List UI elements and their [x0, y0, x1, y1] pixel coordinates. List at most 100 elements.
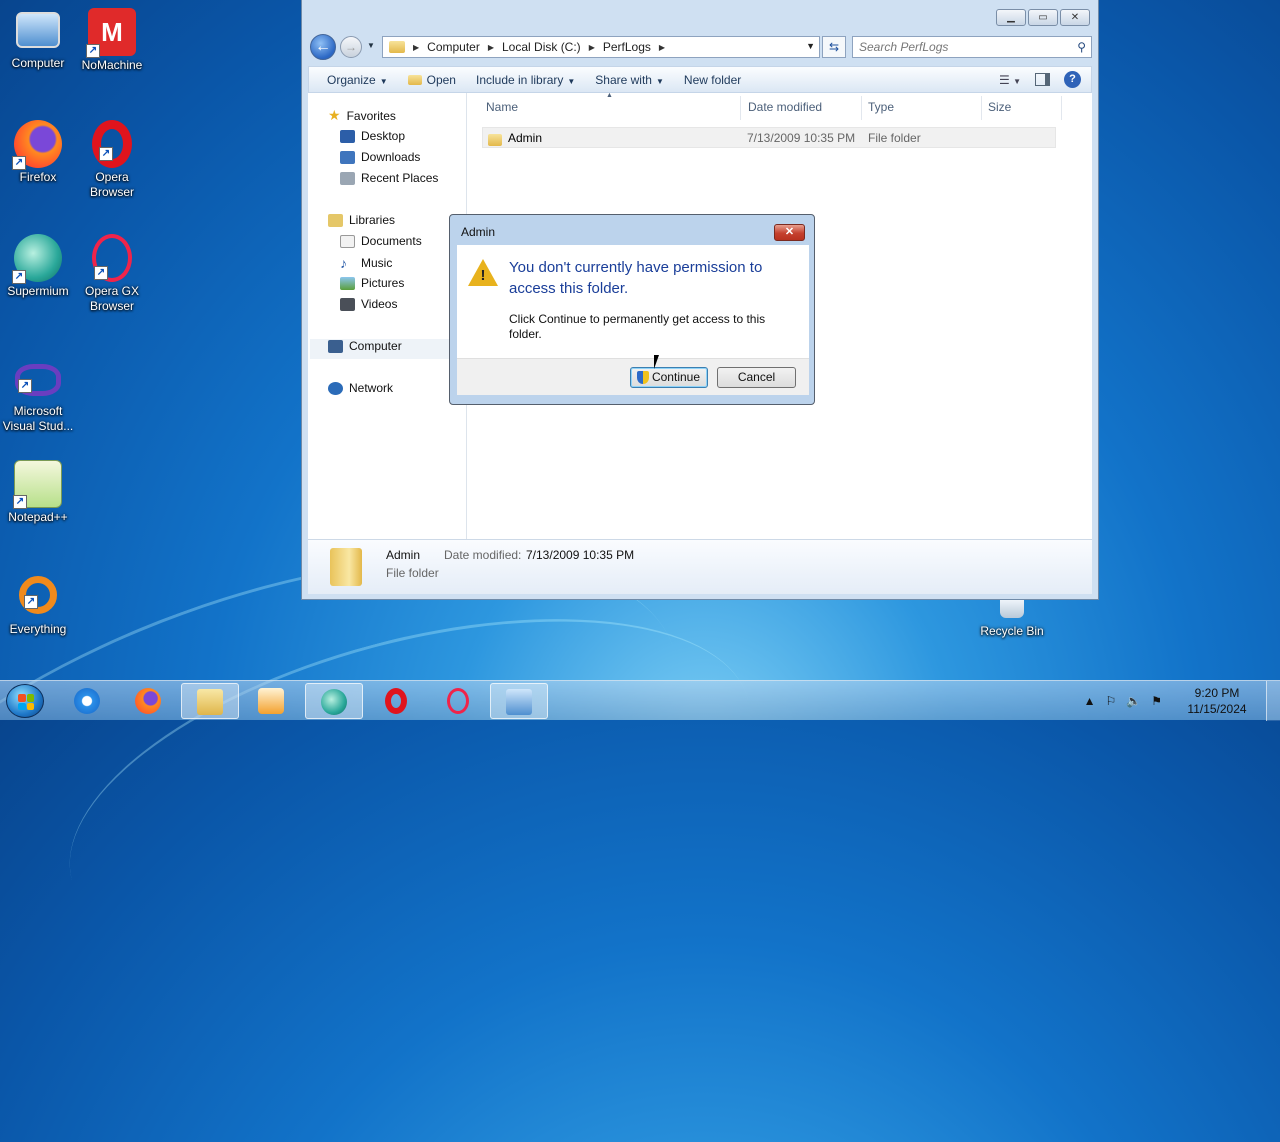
firefox-icon — [135, 688, 161, 714]
taskbar-app-opera[interactable] — [367, 683, 425, 719]
taskbar-app-media-player[interactable] — [242, 683, 300, 719]
share-with-button[interactable]: Share with ▼ — [585, 73, 674, 87]
maximize-button[interactable]: ▭ — [1028, 9, 1058, 26]
taskbar-app-supermium[interactable] — [305, 683, 363, 719]
warning-exclamation: ! — [480, 267, 486, 284]
system-tray: ▲ ⚐ 🔈 ⚑ 9:20 PM 11/15/2024 — [1084, 681, 1280, 721]
sort-ascending-icon: ▲ — [606, 92, 613, 99]
help-icon[interactable]: ? — [1064, 71, 1081, 88]
folder-open-icon — [407, 75, 422, 86]
continue-button[interactable]: Continue — [630, 367, 708, 388]
details-date-value: 7/13/2009 10:35 PM — [526, 548, 635, 562]
nav-videos[interactable]: Videos — [340, 297, 397, 311]
nav-downloads[interactable]: Downloads — [340, 150, 420, 164]
column-date-modified[interactable]: Date modified — [748, 100, 822, 120]
organize-button[interactable]: Organize ▼ — [309, 73, 398, 87]
forward-button[interactable]: → — [340, 36, 362, 58]
taskbar-app-firefox[interactable] — [119, 683, 177, 719]
desktop-icon-notepadpp[interactable]: ↗ Notepad++ — [0, 460, 76, 525]
search-icon[interactable]: ⚲ — [1077, 37, 1086, 57]
nav-desktop[interactable]: Desktop — [340, 129, 405, 143]
nav-computer[interactable]: Computer — [328, 339, 402, 353]
cancel-button[interactable]: Cancel — [717, 367, 796, 388]
taskbar: ▲ ⚐ 🔈 ⚑ 9:20 PM 11/15/2024 — [0, 680, 1280, 721]
start-button[interactable] — [6, 684, 44, 718]
taskbar-app-file-explorer[interactable] — [181, 683, 239, 719]
nav-documents[interactable]: Documents — [340, 234, 422, 248]
visual-studio-icon: ↗ — [15, 364, 61, 396]
organize-label: Organize — [327, 72, 376, 87]
dialog-close-button[interactable]: ✕ — [774, 224, 805, 241]
column-name[interactable]: Name — [486, 100, 518, 120]
clock[interactable]: 9:20 PM 11/15/2024 — [1182, 685, 1252, 717]
column-divider[interactable] — [1061, 96, 1062, 120]
show-hidden-icons-icon[interactable]: ▲ — [1084, 694, 1096, 708]
nav-network[interactable]: Network — [328, 381, 393, 395]
computer-icon — [328, 339, 343, 353]
minimize-button[interactable]: ▁ — [996, 9, 1026, 26]
breadcrumb-separator-icon[interactable]: ▶ — [659, 43, 665, 52]
action-center-icon[interactable]: ⚐ — [1106, 694, 1117, 708]
dialog-main-instruction: You don't currently have permission to a… — [509, 259, 763, 297]
breadcrumb-separator-icon[interactable]: ▶ — [488, 43, 494, 52]
network-tray-icon[interactable]: ⚑ — [1151, 694, 1162, 708]
refresh-button[interactable]: ⇆ — [822, 36, 846, 58]
desktop-icon-nomachine[interactable]: M ↗ NoMachine — [74, 8, 150, 73]
show-desktop-button[interactable] — [1266, 681, 1280, 721]
dialog-title: Admin — [461, 225, 496, 239]
desktop-icon-firefox[interactable]: ↗ Firefox — [0, 120, 76, 185]
breadcrumb-computer[interactable]: Computer — [427, 40, 480, 54]
back-button[interactable]: ← — [310, 34, 336, 60]
search-input[interactable]: Search PerfLogs ⚲ — [852, 36, 1092, 58]
desktop-icon — [340, 129, 355, 143]
nomachine-icon: M ↗ — [86, 8, 136, 58]
control-panel-icon — [506, 689, 532, 715]
preview-pane-icon[interactable] — [1035, 73, 1050, 86]
address-bar[interactable]: ▶ Computer ▶ Local Disk (C:) ▶ PerfLogs … — [382, 36, 820, 58]
nav-pictures[interactable]: Pictures — [340, 276, 404, 290]
desktop-icon-recycle-bin[interactable]: Recycle Bin — [974, 600, 1050, 639]
opera-icon — [385, 688, 407, 714]
new-folder-button[interactable]: New folder — [674, 73, 751, 87]
column-divider[interactable] — [981, 96, 982, 120]
breadcrumb-local-disk[interactable]: Local Disk (C:) — [502, 40, 581, 54]
close-button[interactable]: ✕ — [1060, 9, 1090, 26]
opera-gx-icon: ↗ — [92, 234, 132, 282]
file-row[interactable]: Admin 7/13/2009 10:35 PM File folder — [482, 127, 1056, 148]
taskbar-app-control-panel[interactable] — [490, 683, 548, 719]
nav-favorites[interactable]: ★ Favorites — [328, 107, 396, 124]
back-arrow-icon: ← — [315, 38, 331, 55]
taskbar-app-opera-gx[interactable] — [429, 683, 487, 719]
navigation-bar: ← → ▼ ▶ Computer ▶ Local Disk (C:) ▶ Per… — [310, 34, 1092, 60]
view-options-icon[interactable]: ☰ ▼ — [999, 73, 1021, 87]
desktop-icon-everything[interactable]: ↗ Everything — [0, 572, 76, 637]
nav-music[interactable]: ♪ Music — [340, 255, 392, 271]
breadcrumb-separator-icon[interactable]: ▶ — [589, 43, 595, 52]
supermium-icon: ↗ — [12, 234, 62, 284]
open-button[interactable]: Open — [398, 73, 466, 87]
column-divider[interactable] — [861, 96, 862, 120]
address-dropdown-icon[interactable]: ▼ — [806, 41, 815, 51]
recent-pages-dropdown-icon[interactable]: ▼ — [367, 41, 375, 50]
desktop-icon-supermium[interactable]: ↗ Supermium — [0, 234, 76, 299]
desktop-icon-computer[interactable]: Computer — [0, 8, 76, 71]
navigation-pane: ★ Favorites Desktop Downloads Recent Plac… — [308, 93, 467, 539]
column-divider[interactable] — [740, 96, 741, 120]
volume-icon[interactable]: 🔈 — [1126, 694, 1141, 708]
column-type[interactable]: Type — [868, 100, 894, 120]
nav-label: Network — [349, 381, 394, 395]
column-size[interactable]: Size — [988, 100, 1011, 120]
breadcrumb-separator-icon[interactable]: ▶ — [413, 43, 419, 52]
desktop-icon-opera[interactable]: ↗ Opera Browser — [74, 120, 150, 200]
nav-libraries[interactable]: Libraries — [328, 213, 395, 227]
taskbar-app-internet-explorer[interactable] — [58, 683, 116, 719]
pictures-icon — [340, 276, 355, 290]
desktop-icon-visual-studio[interactable]: ↗ Microsoft Visual Stud... — [0, 356, 76, 434]
desktop-icon-opera-gx[interactable]: ↗ Opera GX Browser — [74, 234, 150, 314]
folder-icon — [389, 41, 405, 53]
share-label: Share with — [595, 72, 652, 87]
nav-recent-places[interactable]: Recent Places — [340, 171, 438, 185]
breadcrumb-perflogs[interactable]: PerfLogs — [603, 40, 651, 54]
notepad-plus-plus-icon: ↗ — [13, 460, 62, 509]
include-in-library-button[interactable]: Include in library ▼ — [466, 73, 585, 87]
